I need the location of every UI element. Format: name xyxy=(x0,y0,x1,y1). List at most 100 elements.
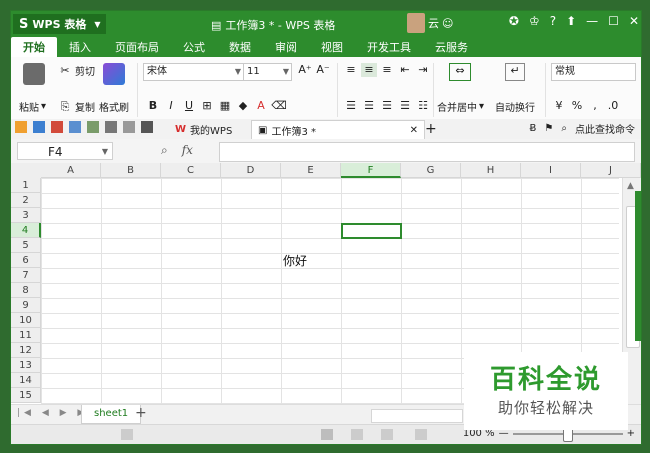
maximize-button[interactable]: ☐ xyxy=(608,14,619,28)
skin-toggle-icon[interactable]: Ƀ xyxy=(530,123,537,134)
cut-button[interactable]: ✂ 剪切 xyxy=(57,63,95,79)
column-header[interactable]: I xyxy=(521,163,581,178)
row-header[interactable]: 8 xyxy=(11,283,41,298)
paste-button[interactable]: 粘贴 ▾ xyxy=(19,99,46,114)
italic-icon[interactable]: I xyxy=(163,99,179,113)
doctab-my-wps[interactable]: W 我的WPS xyxy=(169,120,238,138)
formula-input[interactable] xyxy=(219,142,635,162)
tab-data[interactable]: 数据 xyxy=(217,37,263,57)
export-pdf-icon[interactable] xyxy=(51,121,63,133)
align-middle-icon[interactable]: ≡ xyxy=(361,63,377,77)
doctab-workbook3[interactable]: ▣ 工作簿3 * ✕ xyxy=(251,120,425,139)
column-header[interactable]: F xyxy=(341,163,401,178)
restore-ribbon-icon[interactable]: ⬆ xyxy=(566,14,576,28)
redo-icon[interactable] xyxy=(123,121,135,133)
minimize-button[interactable]: — xyxy=(586,14,598,28)
add-sheet-button[interactable]: + xyxy=(135,405,147,421)
close-button[interactable]: ✕ xyxy=(629,14,639,28)
font-color-icon[interactable]: A xyxy=(253,99,269,113)
horizontal-scrollbar[interactable] xyxy=(371,409,463,423)
bold-icon[interactable]: B xyxy=(145,99,161,113)
indent-increase-icon[interactable]: ⇥ xyxy=(415,63,431,77)
align-left-icon[interactable]: ☰ xyxy=(343,99,359,113)
side-panel-handle[interactable] xyxy=(635,191,641,341)
row-header[interactable]: 14 xyxy=(11,373,41,388)
cell-text[interactable]: 你好 xyxy=(283,252,307,269)
row-header[interactable]: 3 xyxy=(11,208,41,223)
indent-decrease-icon[interactable]: ⇤ xyxy=(397,63,413,77)
zoom-search-icon[interactable]: ⌕ xyxy=(161,143,168,158)
currency-icon[interactable]: ¥ xyxy=(551,99,567,113)
comma-button[interactable]: , xyxy=(587,99,603,113)
page-layout-view-icon[interactable] xyxy=(381,429,393,440)
scroll-up-icon[interactable]: ▲ xyxy=(627,181,634,191)
fill-pattern-icon[interactable]: ▦ xyxy=(217,99,233,113)
undo-icon[interactable] xyxy=(105,121,117,133)
shirt-icon[interactable]: ♔ xyxy=(529,14,540,28)
name-box[interactable]: F4 ▼ xyxy=(17,142,113,160)
font-name-select[interactable]: 宋体 ▼ xyxy=(143,63,244,81)
row-header[interactable]: 4 xyxy=(11,223,41,238)
decrease-font-icon[interactable]: A⁻ xyxy=(315,63,331,77)
column-header[interactable]: D xyxy=(221,163,281,178)
help-icon[interactable]: ? xyxy=(550,14,556,28)
flag-icon[interactable]: ⚑ xyxy=(544,123,553,134)
column-header[interactable]: H xyxy=(461,163,521,178)
new-tab-button[interactable]: + xyxy=(419,120,443,138)
border-icon[interactable]: ⊞ xyxy=(199,99,215,113)
row-header[interactable]: 9 xyxy=(11,298,41,313)
wrap-text-button[interactable]: 自动换行 xyxy=(495,99,535,114)
open-folder-icon[interactable] xyxy=(15,121,27,133)
tab-cloud[interactable]: 云服务 xyxy=(423,37,480,57)
customize-toolbar-icon[interactable] xyxy=(141,121,153,133)
print-icon[interactable] xyxy=(69,121,81,133)
macro-icon[interactable] xyxy=(121,429,133,440)
tab-view[interactable]: 视图 xyxy=(309,37,355,57)
save-icon[interactable] xyxy=(33,121,45,133)
page-break-view-icon[interactable] xyxy=(351,429,363,440)
column-header[interactable]: G xyxy=(401,163,461,178)
column-header[interactable]: J xyxy=(581,163,641,178)
align-right-icon[interactable]: ☰ xyxy=(379,99,395,113)
percent-button[interactable]: % xyxy=(569,99,585,113)
fill-color-icon[interactable]: ◆ xyxy=(235,99,251,113)
tab-developer[interactable]: 开发工具 xyxy=(355,37,423,57)
tab-insert[interactable]: 插入 xyxy=(57,37,103,57)
distributed-icon[interactable]: ☷ xyxy=(415,99,431,113)
format-painter-button[interactable]: 格式刷 xyxy=(99,99,129,114)
skin-icon[interactable]: ✪ xyxy=(509,14,519,28)
column-header[interactable]: B xyxy=(101,163,161,178)
justify-icon[interactable]: ☰ xyxy=(397,99,413,113)
row-header[interactable]: 15 xyxy=(11,388,41,403)
tab-page-layout[interactable]: 页面布局 xyxy=(103,37,171,57)
row-header[interactable]: 11 xyxy=(11,328,41,343)
clear-format-icon[interactable]: ⌫ xyxy=(271,99,287,113)
sheet-tab-sheet1[interactable]: sheet1 xyxy=(81,405,142,424)
column-header[interactable]: E xyxy=(281,163,341,178)
search-icon[interactable]: ⌕ xyxy=(561,123,567,134)
wps-menu-button[interactable]: S WPS 表格 ▼ xyxy=(13,14,107,34)
number-format-select[interactable]: 常规 xyxy=(551,63,636,81)
column-header[interactable]: C xyxy=(161,163,221,178)
active-cell[interactable] xyxy=(341,223,402,239)
row-header[interactable]: 13 xyxy=(11,358,41,373)
paste-icon-wrap[interactable] xyxy=(23,63,45,85)
row-header[interactable]: 7 xyxy=(11,268,41,283)
reading-mode-icon[interactable] xyxy=(415,429,427,440)
align-top-icon[interactable]: ≡ xyxy=(343,63,359,77)
row-header[interactable]: 1 xyxy=(11,178,41,193)
close-tab-icon[interactable]: ✕ xyxy=(410,125,418,136)
underline-icon[interactable]: U xyxy=(181,99,197,113)
select-all-corner[interactable] xyxy=(11,163,42,179)
print-preview-icon[interactable] xyxy=(87,121,99,133)
align-bottom-icon[interactable]: ≡ xyxy=(379,63,395,77)
insert-function-button[interactable]: fx xyxy=(182,143,193,158)
wrap-text-icon-wrap[interactable]: ↵ xyxy=(505,63,525,81)
font-size-select[interactable]: 11 ▼ xyxy=(243,63,292,81)
column-header[interactable]: A xyxy=(41,163,101,178)
row-header[interactable]: 2 xyxy=(11,193,41,208)
copy-button[interactable]: ⎘ 复制 xyxy=(57,99,95,115)
row-header[interactable]: 6 xyxy=(11,253,41,268)
tab-formulas[interactable]: 公式 xyxy=(171,37,217,57)
row-header[interactable]: 5 xyxy=(11,238,41,253)
